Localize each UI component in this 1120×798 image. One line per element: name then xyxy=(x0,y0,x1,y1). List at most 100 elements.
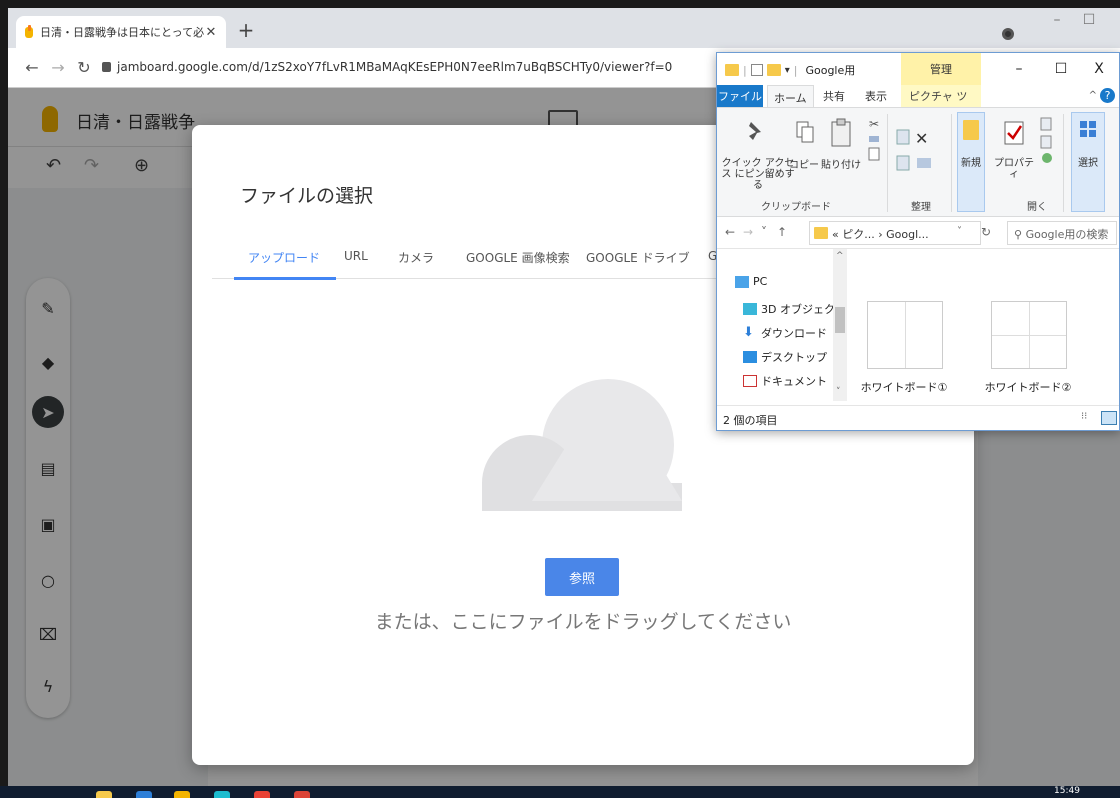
nav-item-label: デスクトップ xyxy=(761,351,827,364)
app-taskbar-icon[interactable] xyxy=(214,791,230,798)
file-thumbnail xyxy=(991,301,1067,369)
edge-taskbar-icon[interactable] xyxy=(136,791,152,798)
path-dropdown-icon[interactable]: ˅ xyxy=(957,226,962,237)
scroll-up-icon[interactable]: ^ xyxy=(836,251,844,261)
pc-icon xyxy=(735,275,749,288)
new-tab-button[interactable]: + xyxy=(234,18,258,42)
tab-upload[interactable]: アップロード xyxy=(248,249,320,266)
explorer-address-row: ← → ˅ ↑ « ピク... › Googl... ˅ ↻ ⚲ Google用… xyxy=(717,217,1119,249)
new-folder-icon[interactable] xyxy=(963,120,979,140)
explorer-title-bar[interactable]: | ▾ | Google用 管理 – ☐ X xyxy=(717,53,1119,85)
tab-url[interactable]: URL xyxy=(344,249,368,263)
forward-icon[interactable]: → xyxy=(48,58,68,77)
details-view-icon[interactable]: ⁝⁝ xyxy=(1081,411,1097,425)
nav-item-desktop[interactable]: デスクトップ xyxy=(743,349,827,365)
browser-tab[interactable]: 日清・日露戦争は日本にとって必要 ✕ xyxy=(16,16,226,48)
tab-title: 日清・日露戦争は日本にとって必要 xyxy=(40,26,204,39)
pin-quick-access-label[interactable]: クイック アクセス にピン留めする xyxy=(719,158,797,191)
url-text: jamboard.google.com/d/1zS2xoY7fLvR1MBaMA… xyxy=(117,60,673,74)
large-icons-view-icon[interactable] xyxy=(1101,411,1117,425)
up-folder-icon[interactable]: ↑ xyxy=(777,225,787,239)
explorer-search-input[interactable]: ⚲ Google用の検索 xyxy=(1007,221,1117,245)
browse-button[interactable]: 参照 xyxy=(545,558,619,596)
ribbon-tab-view[interactable]: 表示 xyxy=(865,88,887,104)
explorer-back-icon[interactable]: ← xyxy=(725,225,735,239)
profile-icon[interactable] xyxy=(1002,28,1014,40)
item-count: 2 個の項目 xyxy=(723,414,778,427)
download-arrow-icon: ⬇ xyxy=(743,325,754,340)
tab-camera[interactable]: カメラ xyxy=(398,249,434,266)
active-tab-indicator xyxy=(234,277,336,280)
properties-qa-icon[interactable] xyxy=(750,64,763,76)
app-taskbar-icon[interactable] xyxy=(254,791,270,798)
clipboard-group-label: クリップボード xyxy=(761,202,831,213)
open-group-label: 開く xyxy=(1027,202,1047,213)
tab-google-image-search[interactable]: GOOGLE 画像検索 xyxy=(466,249,570,266)
ribbon-home: クイック アクセス にピン留めする コピー 貼り付け ✂ クリップボード ✕ 整… xyxy=(717,107,1119,217)
paste-icon[interactable] xyxy=(829,118,853,148)
explorer-window-title: Google用 xyxy=(805,64,856,77)
explorer-path-field[interactable]: « ピク... › Googl... xyxy=(809,221,981,245)
ribbon-tabs: ファイル ホーム 共有 表示 ピクチャ ツール ^ ? xyxy=(717,85,1119,119)
quick-access-toolbar: | ▾ | Google用 xyxy=(725,62,855,78)
cut-copy-path-icons[interactable]: ✂ xyxy=(867,116,881,162)
ribbon-tab-share[interactable]: 共有 xyxy=(823,88,845,104)
properties-label[interactable]: プロパティ xyxy=(991,158,1037,180)
properties-icon[interactable] xyxy=(1003,120,1027,150)
svg-text:✕: ✕ xyxy=(915,129,928,148)
tab-close-icon[interactable]: ✕ xyxy=(204,25,218,40)
explorer-forward-icon[interactable]: → xyxy=(743,225,753,239)
copy-icon[interactable] xyxy=(795,120,815,146)
ribbon-collapse-icon[interactable]: ^ xyxy=(1089,90,1097,101)
explorer-taskbar-icon[interactable] xyxy=(96,791,112,798)
copy-label[interactable]: コピー xyxy=(789,160,819,171)
select-label[interactable]: 選択 xyxy=(1071,158,1105,169)
browser-maximize-button[interactable]: ☐ xyxy=(1074,12,1104,28)
scroll-down-icon[interactable]: ˅ xyxy=(836,387,841,397)
chrome-taskbar-icon[interactable] xyxy=(294,791,310,798)
folder-icon xyxy=(725,64,739,76)
refresh-icon[interactable]: ↻ xyxy=(981,225,991,239)
nav-item-label: ドキュメント xyxy=(761,375,827,388)
windows-taskbar: 15:49 xyxy=(0,786,1120,798)
select-all-icon[interactable] xyxy=(1079,120,1097,138)
folder-taskbar-icon[interactable] xyxy=(174,791,190,798)
open-edit-history-icons[interactable] xyxy=(1039,116,1055,166)
explorer-close-button[interactable]: X xyxy=(1089,61,1109,77)
nav-item-pc[interactable]: PC xyxy=(735,275,767,288)
explorer-minimize-button[interactable]: – xyxy=(1009,61,1029,77)
back-icon[interactable]: ← xyxy=(22,58,42,77)
ribbon-tab-home[interactable]: ホーム xyxy=(767,85,814,107)
ribbon-tab-file[interactable]: ファイル xyxy=(717,85,763,107)
browser-minimize-button[interactable]: – xyxy=(1042,12,1072,28)
qa-dropdown-icon[interactable]: ▾ xyxy=(785,65,790,76)
new-folder-qa-icon[interactable] xyxy=(766,64,781,76)
manage-contextual-tab[interactable]: 管理 xyxy=(901,53,981,85)
tab-google-drive[interactable]: GOOGLE ドライブ xyxy=(586,249,690,266)
file-thumbnail xyxy=(867,301,943,369)
pin-icon[interactable] xyxy=(745,120,765,146)
reload-icon[interactable]: ↻ xyxy=(74,58,94,77)
nav-pane-scrollbar[interactable]: ^ ˅ xyxy=(833,249,847,401)
nav-item-documents[interactable]: ドキュメント xyxy=(743,373,827,389)
path-text: « ピク... › Googl... xyxy=(832,228,929,241)
organize-group-label: 整理 xyxy=(911,202,931,213)
explorer-maximize-button[interactable]: ☐ xyxy=(1051,61,1071,77)
ribbon-tab-picture-tools[interactable]: ピクチャ ツール xyxy=(901,85,981,119)
organize-icons[interactable]: ✕ xyxy=(895,128,935,174)
scrollbar-thumb[interactable] xyxy=(835,307,845,333)
new-label[interactable]: 新規 xyxy=(957,158,985,169)
dialog-title: ファイルの選択 xyxy=(240,185,374,207)
url-field[interactable]: jamboard.google.com/d/1zS2xoY7fLvR1MBaMA… xyxy=(102,60,672,74)
nav-item-label: ダウンロード xyxy=(761,327,827,340)
recent-locations-icon[interactable]: ˅ xyxy=(761,225,767,239)
3d-objects-icon xyxy=(743,303,757,315)
nav-item-label: PC xyxy=(753,275,768,288)
file-name: ホワイトボード② xyxy=(984,381,1072,394)
help-icon[interactable]: ? xyxy=(1100,88,1115,103)
paste-label[interactable]: 貼り付け xyxy=(821,160,861,171)
nav-item-downloads[interactable]: ⬇ ダウンロード xyxy=(743,325,827,341)
search-icon: ⚲ xyxy=(1014,228,1026,241)
nav-item-3d-objects[interactable]: 3D オブジェクト xyxy=(743,301,846,317)
navigation-pane: PC 3D オブジェクト ⬇ ダウンロード デスクトップ ドキュメント xyxy=(717,249,849,401)
